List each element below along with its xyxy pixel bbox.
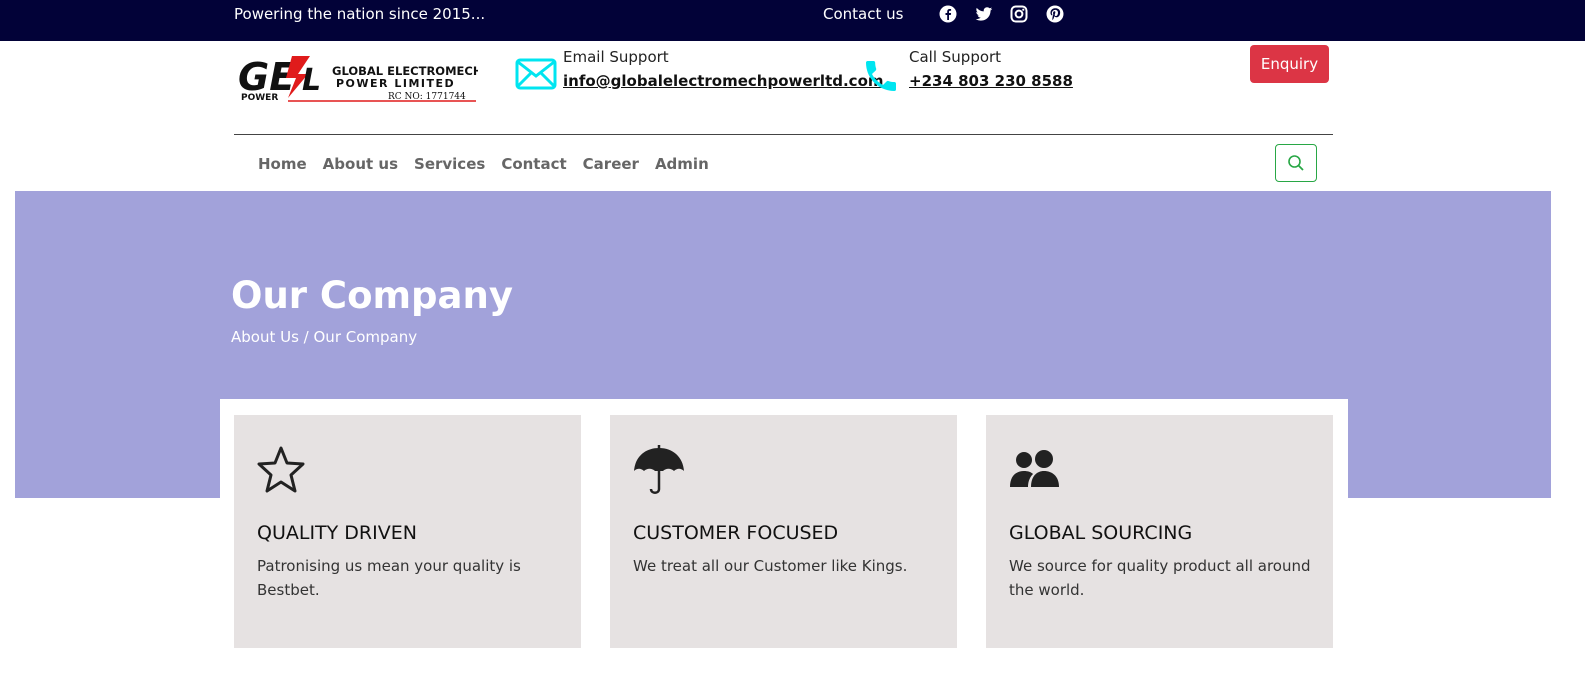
phone-icon (861, 56, 901, 100)
svg-text:L: L (302, 63, 321, 98)
envelope-icon (515, 58, 557, 94)
nav-contact[interactable]: Contact (501, 155, 566, 173)
main-nav: Home About us Services Contact Career Ad… (258, 155, 725, 173)
header-divider (234, 134, 1333, 135)
email-address-link[interactable]: info@globalelectromechpowerltd.com (563, 72, 884, 90)
facebook-icon[interactable] (939, 5, 957, 23)
feature-title: QUALITY DRIVEN (257, 522, 417, 544)
breadcrumb: About Us / Our Company (231, 328, 418, 346)
feature-text: Patronising us mean your quality is Best… (257, 557, 521, 599)
phone-number-link[interactable]: +234 803 230 8588 (909, 72, 1073, 90)
nav-admin[interactable]: Admin (655, 155, 709, 173)
enquiry-button[interactable]: Enquiry (1250, 45, 1329, 83)
feature-title: GLOBAL SOURCING (1009, 522, 1193, 544)
call-support-label: Call Support (909, 48, 1002, 66)
feature-title: CUSTOMER FOCUSED (633, 522, 839, 544)
nav-services[interactable]: Services (414, 155, 485, 173)
nav-home[interactable]: Home (258, 155, 307, 173)
nav-career[interactable]: Career (583, 155, 639, 173)
search-icon (1288, 155, 1304, 171)
search-button[interactable] (1275, 144, 1317, 182)
logo-sub: POWER (241, 93, 278, 103)
instagram-icon[interactable] (1010, 5, 1028, 23)
star-icon (257, 445, 309, 497)
page-title: Our Company (231, 274, 513, 317)
twitter-icon[interactable] (975, 5, 993, 23)
svg-text:GLOBAL ELECTROMECH: GLOBAL ELECTROMECH (332, 64, 478, 78)
feature-text: We source for quality product all around… (1009, 557, 1311, 599)
feature-card: CUSTOMER FOCUSED We treat all our Custom… (610, 415, 957, 648)
feature-text: We treat all our Customer like Kings. (633, 557, 908, 575)
feature-card: QUALITY DRIVEN Patronising us mean your … (234, 415, 581, 648)
email-support-label: Email Support (563, 48, 669, 66)
nav-about-us[interactable]: About us (323, 155, 398, 173)
top-bar: Powering the nation since 2015... Contac… (0, 0, 1585, 41)
umbrella-icon (633, 445, 685, 497)
people-icon (1009, 445, 1061, 497)
company-logo[interactable]: GE L POWER GLOBAL ELECTROMECH POWER LIMI… (238, 54, 482, 104)
svg-text:POWER LIMITED: POWER LIMITED (336, 77, 455, 90)
pinterest-icon[interactable] (1046, 5, 1064, 23)
tagline: Powering the nation since 2015... (234, 5, 486, 23)
feature-card: GLOBAL SOURCING We source for quality pr… (986, 415, 1333, 648)
contact-us-link[interactable]: Contact us (823, 5, 903, 23)
